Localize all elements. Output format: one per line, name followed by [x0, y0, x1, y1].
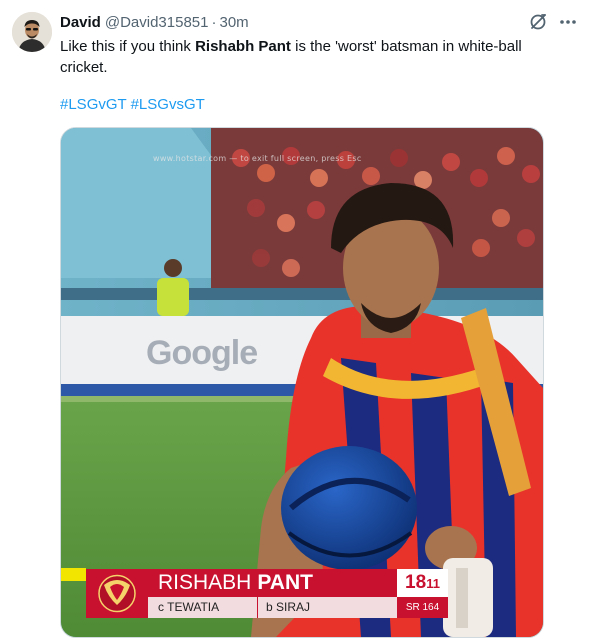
balls-faced: 11	[426, 576, 440, 591]
tweet-text-intro: Like this if you think	[60, 38, 196, 55]
video-watermark: www.hotstar.com — to exit full screen, p…	[153, 154, 362, 163]
batsman-first-name: RISHABH	[158, 571, 252, 594]
user-handle[interactable]: @David315851	[105, 14, 209, 31]
runs: 18	[405, 572, 427, 593]
more-options-icon[interactable]	[556, 12, 580, 32]
bowled-by: b SIRAJ	[266, 600, 311, 614]
batsman-name: RISHABH PANT	[148, 569, 397, 597]
tweet-text: Like this if you think Rishabh Pant is t…	[60, 36, 560, 78]
tweet[interactable]: David @David315851 · 30m Like this if yo…	[0, 0, 595, 638]
tweet-header: David @David315851 · 30m	[60, 12, 249, 32]
avatar[interactable]	[12, 12, 52, 52]
hashtag-lsgvgt[interactable]: #LSGvGT	[60, 96, 126, 113]
grok-icon[interactable]	[528, 12, 548, 32]
display-name[interactable]: David	[60, 14, 101, 31]
batsman-last-name: PANT	[257, 571, 313, 594]
tweet-media-image[interactable]: www.hotstar.com — to exit full screen, p…	[60, 127, 544, 638]
hashtag-lsgvsgt[interactable]: #LSGvsGT	[131, 96, 205, 113]
advertising-board-text: Google	[146, 334, 258, 372]
separator-dot: ·	[211, 13, 217, 31]
timestamp[interactable]: 30m	[220, 14, 249, 31]
strike-rate: SR 164	[397, 597, 448, 618]
caught-by: c TEWATIA	[148, 597, 258, 618]
batsman-scorecard: RISHABH PANT 1811 c TEWATIA b SIRAJ SR 16…	[86, 569, 448, 618]
hashtags: #LSGvGT #LSGvsGT	[60, 95, 205, 115]
cricket-scene	[61, 128, 543, 637]
batsman-score: 1811	[397, 569, 448, 597]
team-logo-icon	[86, 569, 148, 618]
tweet-text-player: Rishabh Pant	[195, 38, 291, 55]
scorecard-accent	[61, 568, 86, 581]
dismissal-details: c TEWATIA b SIRAJ	[148, 597, 397, 618]
